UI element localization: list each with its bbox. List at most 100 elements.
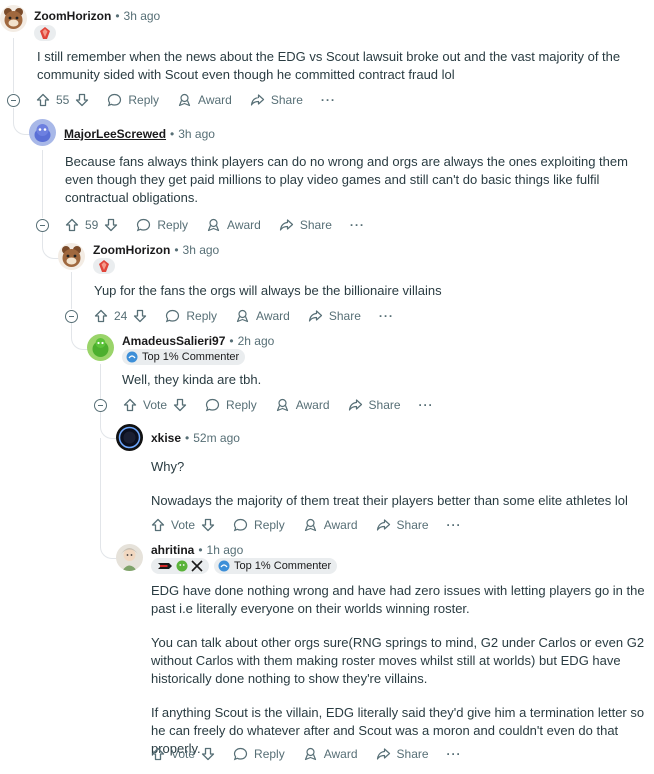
award-label: Award: [295, 398, 330, 412]
award-button[interactable]: Award: [177, 93, 232, 107]
more-options-button[interactable]: ···: [379, 309, 394, 323]
reply-bubble-icon: [205, 398, 220, 412]
vote-group: 55: [36, 93, 89, 107]
award-icon: [178, 93, 191, 107]
share-button[interactable]: Share: [376, 518, 429, 532]
collapse-button[interactable]: [36, 219, 49, 232]
downvote-icon[interactable]: [75, 93, 89, 107]
share-button[interactable]: Share: [348, 398, 401, 412]
reply-bubble-icon: [137, 218, 151, 232]
upvote-icon[interactable]: [151, 518, 165, 532]
meta-separator: •: [174, 243, 179, 257]
reply-button[interactable]: Reply: [233, 747, 285, 761]
reply-bubble-icon: [166, 309, 180, 323]
share-arrow-icon: [348, 399, 362, 411]
flair-pill: [93, 258, 115, 274]
award-label: Award: [198, 93, 232, 107]
timestamp[interactable]: 3h ago: [183, 243, 220, 257]
upvote-icon[interactable]: [36, 93, 50, 107]
collapse-button[interactable]: [94, 399, 107, 412]
downvote-icon[interactable]: [104, 218, 118, 232]
username[interactable]: ahritina: [151, 543, 194, 557]
award-button[interactable]: Award: [275, 398, 330, 412]
thread-line-1[interactable]: [13, 38, 14, 93]
comment-header: ZoomHorizon • 3h ago: [93, 243, 219, 257]
timestamp[interactable]: 1h ago: [207, 543, 244, 557]
timestamp[interactable]: 3h ago: [178, 127, 215, 141]
share-button[interactable]: Share: [308, 309, 361, 323]
more-options-button[interactable]: ···: [350, 218, 365, 232]
flair-pill: Top 1% Commenter: [122, 349, 246, 365]
thread-line-3[interactable]: [71, 272, 72, 309]
award-icon: [207, 218, 220, 232]
vote-count: 55: [56, 93, 70, 107]
username[interactable]: AmadeusSalieri97: [122, 334, 225, 348]
reply-label: Reply: [128, 93, 160, 107]
thread-curve-3: [71, 323, 88, 350]
more-options-button[interactable]: ···: [447, 747, 462, 761]
flair-emoji-pill: [151, 558, 209, 574]
comment-actions: Vote Reply Award Share ···: [151, 516, 480, 534]
thread-line-2[interactable]: [42, 150, 43, 218]
timestamp[interactable]: 3h ago: [124, 9, 161, 23]
award-button[interactable]: Award: [303, 747, 358, 761]
crossed-swords-icon: [191, 560, 203, 572]
downvote-icon[interactable]: [173, 398, 187, 412]
flair-icon-badge: [93, 258, 115, 277]
comment-actions: 59 Reply Award Share ···: [65, 216, 383, 234]
collapse-button[interactable]: [65, 310, 78, 323]
more-options-button[interactable]: ···: [321, 93, 336, 107]
vote-group: 59: [65, 218, 118, 232]
flair-pill: [34, 25, 56, 41]
downvote-icon[interactable]: [201, 518, 215, 532]
reply-button[interactable]: Reply: [136, 218, 188, 232]
username[interactable]: ZoomHorizon: [93, 243, 170, 257]
share-button[interactable]: Share: [279, 218, 332, 232]
reply-button[interactable]: Reply: [107, 93, 159, 107]
downvote-icon[interactable]: [201, 747, 215, 761]
avatar-zoomhorizon[interactable]: [0, 5, 27, 32]
reply-button[interactable]: Reply: [165, 309, 217, 323]
share-label: Share: [368, 398, 401, 412]
share-arrow-icon: [376, 748, 390, 760]
share-arrow-icon: [376, 519, 390, 531]
upvote-icon[interactable]: [65, 218, 79, 232]
vote-group: Vote: [123, 398, 187, 412]
award-button[interactable]: Award: [235, 309, 290, 323]
avatar-amadeussalieri97[interactable]: [87, 334, 114, 361]
upvote-icon[interactable]: [151, 747, 165, 761]
meta-separator: •: [115, 9, 120, 23]
comment-actions: 55 Reply Award Share ···: [36, 91, 354, 109]
username[interactable]: MajorLeeScrewed: [64, 127, 166, 141]
avatar-majorleescrewed[interactable]: [29, 119, 56, 146]
avatar-zoomhorizon[interactable]: [58, 243, 85, 270]
reply-bubble-icon: [233, 747, 248, 761]
username[interactable]: xkise: [151, 431, 181, 445]
downvote-icon[interactable]: [133, 309, 147, 323]
vote-count: 59: [85, 218, 99, 232]
share-button[interactable]: Share: [250, 93, 303, 107]
comment-header: ahritina • 1h ago: [151, 543, 243, 557]
avatar-ahritina[interactable]: [116, 544, 143, 571]
reply-bubble-icon: [233, 518, 248, 532]
username[interactable]: ZoomHorizon: [34, 9, 111, 23]
award-label: Award: [227, 218, 261, 232]
collapse-button[interactable]: [7, 94, 20, 107]
award-button[interactable]: Award: [206, 218, 261, 232]
reply-button[interactable]: Reply: [205, 398, 257, 412]
avatar-xkise[interactable]: [116, 424, 143, 451]
share-arrow-icon: [308, 310, 322, 322]
timestamp[interactable]: 52m ago: [193, 431, 240, 445]
award-button[interactable]: Award: [303, 518, 358, 532]
thread-line-4[interactable]: [100, 364, 101, 399]
meta-separator: •: [229, 334, 234, 348]
timestamp[interactable]: 2h ago: [238, 334, 275, 348]
comment-body: Because fans always think players can do…: [65, 153, 645, 223]
share-label: Share: [299, 218, 332, 232]
reply-button[interactable]: Reply: [233, 518, 285, 532]
upvote-icon[interactable]: [94, 309, 108, 323]
share-button[interactable]: Share: [376, 747, 429, 761]
more-options-button[interactable]: ···: [419, 398, 434, 412]
more-options-button[interactable]: ···: [447, 518, 462, 532]
upvote-icon[interactable]: [123, 398, 137, 412]
